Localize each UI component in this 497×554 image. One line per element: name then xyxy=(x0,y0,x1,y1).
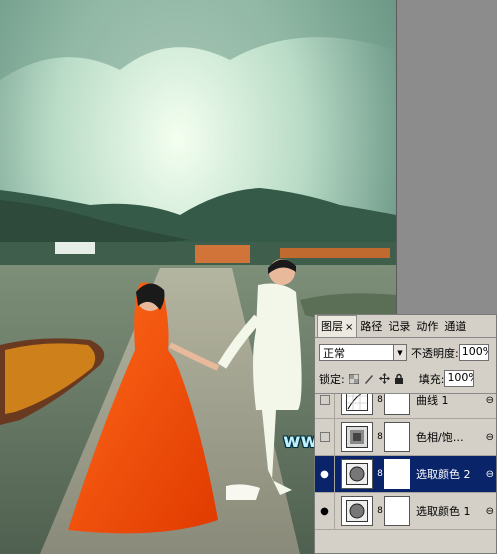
lock-label: 锁定: xyxy=(319,372,345,386)
link-icon: 8 xyxy=(377,432,383,442)
close-icon[interactable]: × xyxy=(345,322,353,333)
chevron-down-icon: ▼ xyxy=(393,345,406,360)
link-icon: ⊖ xyxy=(485,505,494,517)
opacity-label: 不透明度: xyxy=(411,346,459,360)
panel-tab-bar: 图层 × 路径 记录 动作 通道 xyxy=(315,315,496,338)
layers-panel: 图层× 路径 记录 动作 通道 正常 ▼ 不透明度: 100% 锁定: 填充: … xyxy=(314,314,497,554)
layer-row-selective-color-1[interactable]: ● 8 选取颜色 1 ⊖ xyxy=(315,492,496,530)
visibility-off-icon xyxy=(319,432,330,442)
blend-mode-select[interactable]: 正常 ▼ xyxy=(319,344,407,361)
link-icon: 8 xyxy=(377,395,383,405)
link-icon: ⊖ xyxy=(485,431,494,443)
tab-history[interactable]: 记录 xyxy=(385,316,413,337)
layers-list: 8 曲线 1 ⊖ 8 色相/饱… ⊖ ● 8 选取颜色 2 ⊖ ● 8 选取颜色… xyxy=(315,393,496,554)
lock-move-icon[interactable] xyxy=(378,373,390,384)
link-icon: 8 xyxy=(377,469,383,479)
layer-row-selective-color-2[interactable]: ● 8 选取颜色 2 ⊖ xyxy=(315,455,496,493)
fill-input[interactable]: 100% xyxy=(444,370,475,387)
tab-paths[interactable]: 路径 xyxy=(357,316,385,337)
layer-name: 选取颜色 2 xyxy=(416,468,471,481)
fill-label: 填充: xyxy=(418,372,445,386)
opacity-input[interactable]: 100% xyxy=(458,344,489,361)
layer-mask-thumbnail[interactable] xyxy=(384,394,410,415)
layer-name: 色相/饱… xyxy=(416,431,464,444)
curves-icon xyxy=(341,394,373,415)
layer-mask-thumbnail[interactable] xyxy=(384,422,410,452)
lock-transparent-icon[interactable] xyxy=(349,373,360,384)
eye-icon: ● xyxy=(320,468,329,480)
tab-layers[interactable]: 图层 × xyxy=(317,315,358,337)
lock-all-icon[interactable] xyxy=(394,373,405,384)
layer-mask-thumbnail[interactable] xyxy=(384,459,410,489)
visibility-off-icon xyxy=(319,395,330,405)
tab-channels[interactable]: 通道 xyxy=(441,316,469,337)
visibility-toggle[interactable]: ● xyxy=(315,455,335,493)
layer-row-curves[interactable]: 8 曲线 1 ⊖ xyxy=(315,394,496,419)
visibility-toggle[interactable]: ● xyxy=(315,492,335,530)
hue-saturation-icon xyxy=(341,422,373,452)
layer-mask-thumbnail[interactable] xyxy=(384,496,410,526)
link-icon: ⊖ xyxy=(485,468,494,480)
visibility-toggle[interactable] xyxy=(315,394,335,419)
lock-brush-icon[interactable] xyxy=(364,373,375,384)
eye-icon: ● xyxy=(320,505,329,517)
layer-name: 曲线 1 xyxy=(416,394,449,407)
layer-name: 选取颜色 1 xyxy=(416,505,471,518)
canvas-gray-area xyxy=(396,0,497,314)
selective-color-icon xyxy=(341,496,373,526)
selective-color-icon xyxy=(341,459,373,489)
layer-row-hue-saturation[interactable]: 8 色相/饱… ⊖ xyxy=(315,418,496,456)
link-icon: 8 xyxy=(377,506,383,516)
blend-mode-value: 正常 xyxy=(323,346,345,360)
tab-actions[interactable]: 动作 xyxy=(413,316,441,337)
visibility-toggle[interactable] xyxy=(315,418,335,456)
link-icon: ⊖ xyxy=(485,394,494,406)
